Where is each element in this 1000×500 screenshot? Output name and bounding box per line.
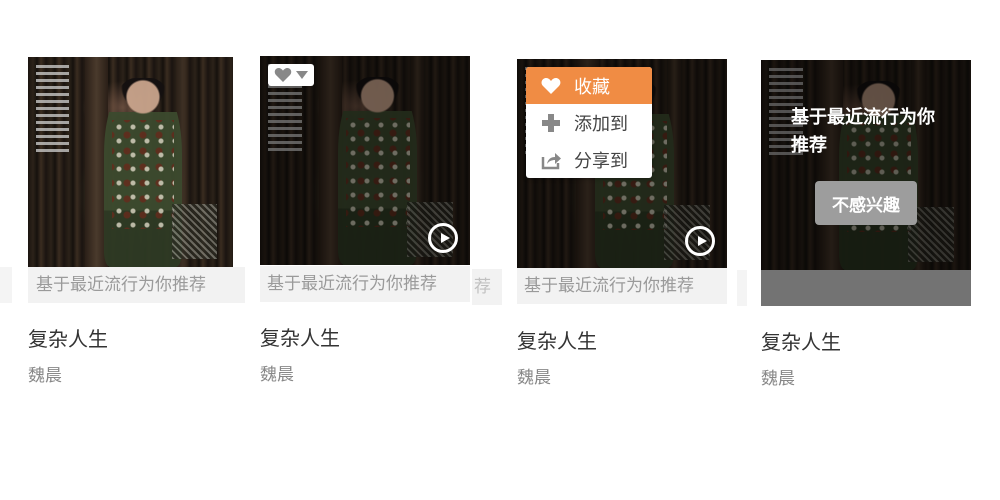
- menu-item-label: 添加到: [574, 113, 628, 135]
- like-menu-toggle[interactable]: [268, 64, 314, 86]
- recommend-reason: 基于最近流行为你推荐: [260, 266, 470, 302]
- artist-name[interactable]: 魏晨: [761, 364, 795, 389]
- ribbon-placeholder: [761, 270, 971, 306]
- hover-overlay: [761, 60, 971, 270]
- recommend-reason: 基于最近流行为你推荐: [791, 107, 935, 156]
- share-icon: [541, 152, 561, 169]
- song-title[interactable]: 复杂人生: [260, 322, 340, 351]
- recommend-reason: 基于最近流行为你推荐: [28, 267, 245, 303]
- cover-calligraphy: [36, 65, 69, 154]
- recommend-reason: 基于最近流行为你推荐: [517, 268, 727, 304]
- menu-item-share[interactable]: 分享到: [526, 141, 652, 178]
- card-action-menu: 收藏 添加到 分享到: [526, 67, 652, 178]
- album-cover[interactable]: [28, 57, 233, 267]
- play-icon[interactable]: [428, 223, 458, 253]
- not-interested-button[interactable]: 不感兴趣: [815, 181, 917, 225]
- album-cover[interactable]: 基于最近流行为你推荐 不感兴趣: [761, 60, 971, 270]
- chevron-down-icon: [296, 71, 308, 79]
- cover-bush: [171, 204, 217, 259]
- artist-name[interactable]: 魏晨: [28, 361, 62, 386]
- heart-icon: [274, 68, 292, 82]
- ribbon-edge: [0, 267, 12, 303]
- menu-item-add-to[interactable]: 添加到: [526, 104, 652, 141]
- song-title[interactable]: 复杂人生: [517, 325, 597, 354]
- menu-item-label: 分享到: [574, 150, 628, 172]
- menu-item-label: 收藏: [574, 76, 610, 98]
- heart-icon: [541, 77, 561, 94]
- artist-name[interactable]: 魏晨: [260, 360, 294, 385]
- album-cover[interactable]: [260, 56, 470, 265]
- song-title[interactable]: 复杂人生: [761, 326, 841, 355]
- recommend-reason-overflow: 荐: [472, 269, 502, 305]
- play-icon[interactable]: [685, 226, 715, 256]
- artist-name[interactable]: 魏晨: [517, 363, 551, 388]
- cover-person: [103, 78, 182, 267]
- song-title[interactable]: 复杂人生: [28, 323, 108, 352]
- menu-item-collect[interactable]: 收藏: [526, 67, 652, 104]
- plus-icon: [542, 113, 560, 132]
- ribbon-edge: [737, 270, 747, 306]
